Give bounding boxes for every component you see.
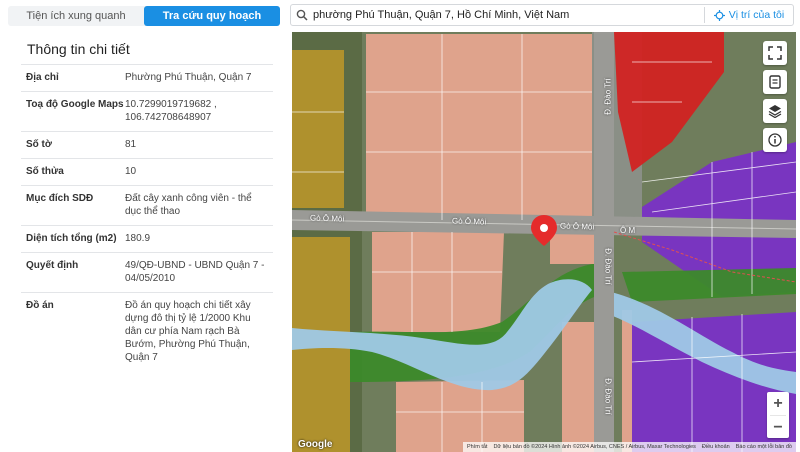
layers-button[interactable] xyxy=(763,99,787,123)
zoom-in-button[interactable]: + xyxy=(767,392,789,415)
detail-key: Toạ độ Google Maps xyxy=(26,99,124,110)
tab-nearby-amenities[interactable]: Tiện ích xung quanh xyxy=(8,6,144,26)
road-label: Gò Ô Môi xyxy=(451,216,487,227)
detail-key: Đồ án xyxy=(26,300,54,311)
detail-row: Số thửa 10 xyxy=(21,158,273,185)
tab-bar: Tiện ích xung quanh Tra cứu quy hoạch xyxy=(8,6,280,26)
search-bar: phường Phú Thuận, Quận 7, Hồ Chí Minh, V… xyxy=(290,4,794,26)
legend-button[interactable] xyxy=(763,70,787,94)
detail-row: Địa chỉ Phường Phú Thuận, Quận 7 xyxy=(21,64,273,91)
detail-key: Số tờ xyxy=(26,139,52,150)
panel-title: Thông tin chi tiết xyxy=(27,41,130,57)
detail-key: Số thửa xyxy=(26,166,64,177)
detail-table: Địa chỉ Phường Phú Thuận, Quận 7 Toạ độ G… xyxy=(21,64,273,371)
fullscreen-button[interactable] xyxy=(763,41,787,65)
detail-row: Diện tích tổng (m2) 180.9 xyxy=(21,225,273,252)
road-label: Đ. Đào Trí xyxy=(603,378,613,415)
zone-residential xyxy=(372,232,504,332)
detail-row: Đồ án Đồ án quy hoạch chi tiết xây dựng đ… xyxy=(21,292,273,371)
detail-row: Quyết định 49/QĐ-UBND - UBND Quận 7 - 04/… xyxy=(21,252,273,292)
zoom-control: + − xyxy=(767,392,789,438)
planning-map[interactable]: Gò Ô Môi Gò Ô Môi Gò Ô Môi Đ. Đào Trí Đ.… xyxy=(292,32,796,452)
detail-value: 180.9 xyxy=(125,233,151,244)
info-icon xyxy=(768,133,782,147)
road-label: Gò Ô Môi xyxy=(309,213,345,224)
detail-key: Địa chỉ xyxy=(26,72,59,83)
zoom-out-button[interactable]: − xyxy=(767,416,789,439)
my-location-button[interactable]: Vị trí của tôi xyxy=(705,9,793,21)
detail-row: Mục đích SDĐ Đất cây xanh công viên - thể… xyxy=(21,185,273,225)
zone-residential xyxy=(366,34,592,220)
tab-planning-lookup[interactable]: Tra cứu quy hoạch xyxy=(144,6,280,26)
detail-key: Diện tích tổng (m2) xyxy=(26,233,117,244)
map-attribution: Phím tắt Dữ liệu bản đồ ©2024 Hình ảnh ©… xyxy=(462,442,796,452)
fullscreen-icon xyxy=(768,46,782,60)
road-label: Ô M xyxy=(620,226,636,235)
detail-key: Mục đích SDĐ xyxy=(26,193,94,204)
crosshair-icon xyxy=(713,9,725,21)
detail-value: 49/QĐ-UBND - UBND Quận 7 - 04/05/2010 xyxy=(125,260,265,284)
search-input[interactable]: phường Phú Thuận, Quận 7, Hồ Chí Minh, V… xyxy=(313,9,704,21)
detail-value: Đất cây xanh công viên - thể dục thể tha… xyxy=(125,193,252,217)
detail-key: Quyết định xyxy=(26,260,79,271)
keyboard-shortcuts-link[interactable]: Phím tắt xyxy=(467,444,487,450)
detail-value: 10.7299019719682 , 106.742708648907 xyxy=(125,99,217,123)
detail-value: Phường Phú Thuận, Quận 7 xyxy=(125,72,252,83)
zone-residential xyxy=(622,310,632,452)
terms-link[interactable]: Điều khoản xyxy=(702,444,730,450)
road-label: Gò Ô Môi xyxy=(559,221,595,232)
road-label: Đ. Đào Trí xyxy=(603,248,613,285)
map-canvas xyxy=(292,32,796,452)
road-label: Đ. Đào Trí xyxy=(603,78,613,115)
app-root: Tiện ích xung quanh Tra cứu quy hoạch Th… xyxy=(0,0,800,452)
search-icon xyxy=(291,9,313,21)
detail-row: Toạ độ Google Maps 10.7299019719682 , 106… xyxy=(21,91,273,131)
google-logo: Google xyxy=(298,439,333,450)
detail-value: Đồ án quy hoạch chi tiết xây dựng đô thị… xyxy=(125,300,251,363)
detail-value: 10 xyxy=(125,166,137,177)
detail-row: Số tờ 81 xyxy=(21,131,273,158)
zone-agricultural xyxy=(292,50,344,208)
info-button[interactable] xyxy=(763,128,787,152)
my-location-label: Vị trí của tôi xyxy=(728,9,785,21)
legend-icon xyxy=(769,75,781,89)
info-panel: Tiện ích xung quanh Tra cứu quy hoạch Th… xyxy=(0,0,287,452)
detail-value: 81 xyxy=(125,139,137,150)
layers-icon xyxy=(768,105,782,118)
map-data-credit: Dữ liệu bản đồ ©2024 Hình ảnh ©2024 Airb… xyxy=(493,444,696,450)
report-error-link[interactable]: Báo cáo một lỗi bản đồ xyxy=(736,444,792,450)
